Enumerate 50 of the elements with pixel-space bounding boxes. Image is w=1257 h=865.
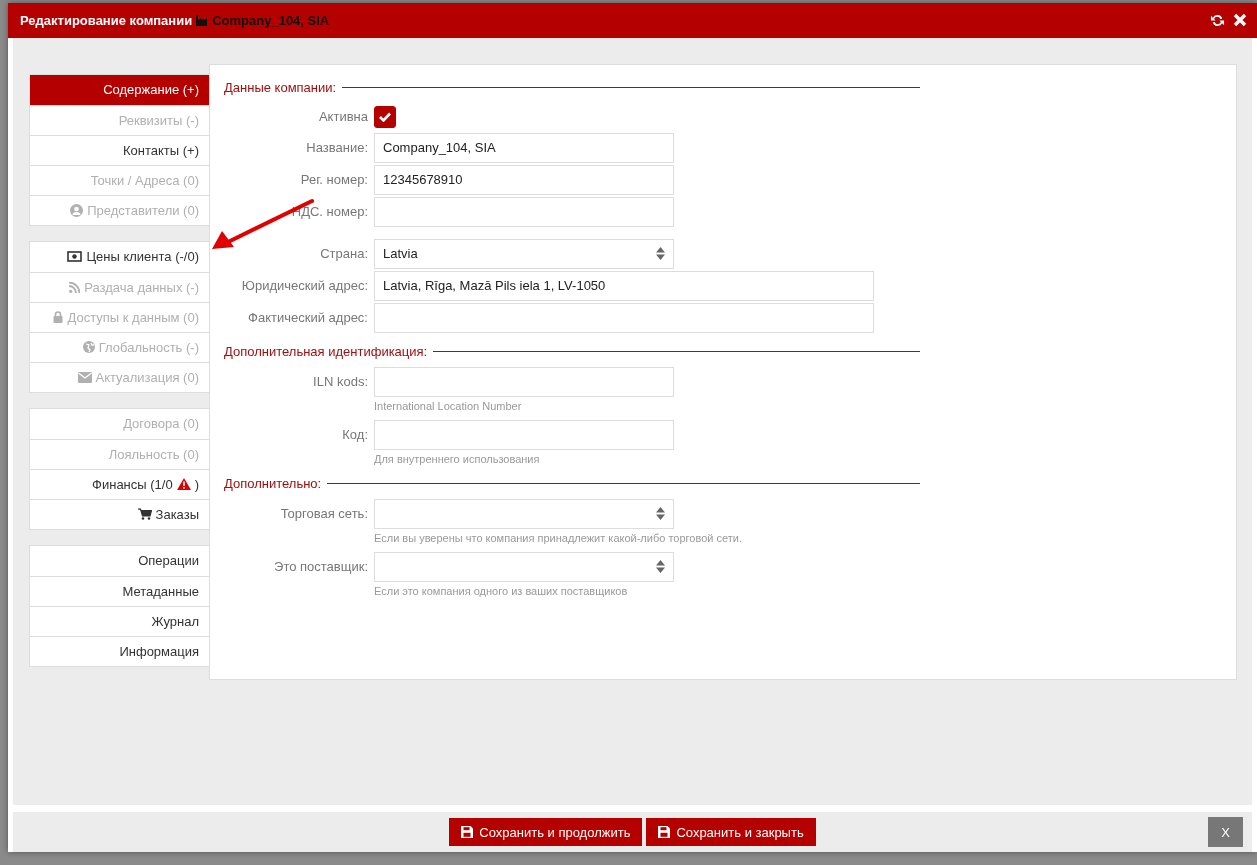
field-label: Рег. номер: — [299, 172, 369, 188]
save-button[interactable]: Сохранить и продолжить — [449, 818, 643, 846]
input-field[interactable] — [374, 419, 674, 450]
input-field[interactable] — [374, 302, 874, 333]
close-button[interactable]: X — [1208, 817, 1243, 848]
envelope-icon — [77, 371, 92, 383]
sidebar-tab[interactable]: Операции — [30, 545, 209, 576]
sort-arrows-icon — [656, 560, 665, 574]
input-field[interactable] — [374, 196, 674, 227]
field-label: Код: — [341, 427, 369, 443]
window-title: Редактирование компании — [20, 12, 193, 28]
checkmark-icon — [379, 111, 391, 122]
field-label: Название: — [305, 140, 369, 156]
field-label: Активна — [317, 109, 369, 125]
refresh-icon[interactable] — [1210, 12, 1225, 28]
factory-icon — [196, 14, 210, 27]
section-heading: Дополнительно: — [224, 476, 322, 492]
input-field[interactable]: 12345678910 — [374, 164, 674, 195]
input-field[interactable]: Company_104, SIA — [374, 132, 674, 163]
globe-icon — [82, 341, 95, 354]
field-hint: International Location Number — [374, 399, 523, 412]
lock-icon — [53, 311, 64, 324]
input-field[interactable]: Latvia, Rīga, Mazā Pils iela 1, LV-1050 — [374, 270, 874, 301]
sort-arrows-icon — [656, 507, 665, 521]
rss-icon — [69, 281, 81, 293]
input-field[interactable] — [374, 366, 674, 397]
save-button[interactable]: Сохранить и закрыть — [646, 818, 816, 846]
field-label: Страна: — [319, 246, 369, 262]
field-label: ILN kods: — [312, 374, 369, 390]
select-field[interactable] — [374, 551, 674, 582]
select-field[interactable] — [374, 498, 674, 529]
field-label: Это поставщик: — [273, 559, 369, 575]
sidebar-tab[interactable]: Содержание (+) — [30, 74, 209, 105]
banknote-icon — [67, 251, 83, 263]
field-label: Юридический адрес: — [240, 278, 369, 294]
sort-arrows-icon — [656, 247, 665, 261]
field-hint: Если это компания одного из ваших поставщиков — [374, 584, 629, 597]
section-heading: Данные компании: — [224, 80, 337, 96]
field-hint: Если вы уверены что компания принадлежит какой-либо торговой сети. — [374, 531, 743, 544]
checkbox[interactable] — [374, 105, 396, 128]
company-name: Company_104, SIA — [212, 12, 330, 28]
select-field[interactable]: Latvia — [374, 238, 674, 269]
close-icon[interactable] — [1233, 13, 1247, 28]
sidebar-tab[interactable]: Цены клиента (-/0) — [30, 241, 209, 272]
user-icon — [70, 203, 84, 217]
field-label: Фактический адрес: — [247, 310, 369, 326]
cart-icon — [137, 508, 152, 521]
field-label: Торговая сеть: — [279, 506, 369, 522]
field-hint: Для внутреннего использования — [374, 452, 541, 465]
section-heading: Дополнительная идентификация: — [224, 344, 428, 360]
